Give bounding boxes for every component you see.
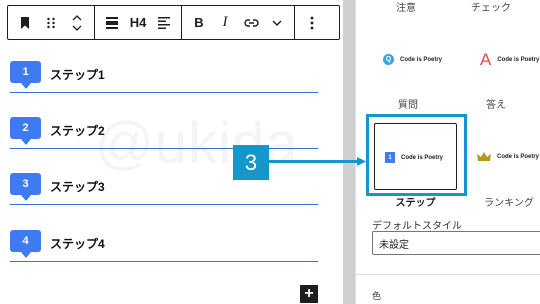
add-block-button[interactable]: +: [300, 285, 318, 303]
style-label-question: 質問: [398, 100, 418, 111]
move-up-down-icon[interactable]: [64, 6, 90, 39]
panel-divider: [343, 0, 355, 304]
step-heading[interactable]: 1 ステップ1: [10, 61, 318, 93]
bold-label: B: [194, 15, 204, 30]
toolbar-group-block: [8, 6, 95, 39]
step-heading[interactable]: 2 ステップ2: [10, 117, 318, 149]
step-label: ステップ1: [50, 68, 105, 82]
more-options-icon[interactable]: [299, 6, 325, 39]
preview-text: Code is Poetry: [497, 57, 540, 63]
chevron-down-icon[interactable]: [264, 6, 290, 39]
step-number-badge: 4: [10, 230, 41, 258]
style-preview-ranking[interactable]: Code is Poetry: [477, 152, 539, 162]
step-heading[interactable]: 4 ステップ4: [10, 230, 318, 262]
answer-icon: A: [480, 50, 492, 69]
toolbar-group-format: B I: [182, 6, 295, 39]
heading-level-label: H4: [129, 15, 147, 30]
callout-arrow-icon: [269, 157, 366, 166]
step-icon: 1: [385, 152, 395, 163]
toolbar-group-more: [295, 6, 329, 39]
settings-sidebar: 注意 チェック Q Code is Poetry A Code is Poetr…: [355, 0, 540, 304]
style-label-check[interactable]: チェック: [451, 0, 531, 14]
bookmark-icon[interactable]: [12, 6, 38, 39]
toolbar-group-heading: H4: [95, 6, 182, 39]
callout-number-badge: 3: [233, 145, 269, 180]
color-section-label[interactable]: 色: [372, 289, 381, 302]
step-heading[interactable]: 3 ステップ3: [10, 173, 318, 205]
italic-button[interactable]: I: [212, 6, 238, 39]
style-label-caution[interactable]: 注意: [366, 0, 446, 14]
step-number-badge: 2: [10, 117, 41, 145]
default-style-value: 未設定: [379, 239, 409, 251]
style-option-step[interactable]: 1 Code is Poetry: [374, 123, 457, 190]
preview-text: Code is Poetry: [497, 154, 540, 160]
default-style-select[interactable]: 未設定: [372, 231, 540, 255]
question-icon: Q: [383, 54, 394, 65]
heading-level-button[interactable]: H4: [125, 6, 151, 39]
crown-icon: [477, 152, 491, 161]
style-preview-question[interactable]: Q Code is Poetry: [383, 54, 442, 65]
block-type-icon[interactable]: [99, 6, 125, 39]
preview-text: Code is Poetry: [400, 56, 443, 63]
default-style-label: デフォルトスタイル: [372, 221, 462, 232]
style-preview-answer[interactable]: A Code is Poetry: [480, 50, 539, 70]
step-label: ステップ4: [50, 237, 105, 251]
style-preview-step: 1 Code is Poetry: [385, 152, 443, 163]
step-number-badge: 3: [10, 173, 41, 201]
step-label: ステップ3: [50, 180, 105, 194]
preview-text: Code is Poetry: [401, 154, 444, 161]
align-icon[interactable]: [151, 6, 177, 39]
style-label-answer: 答え: [486, 100, 506, 111]
step-label: ステップ2: [50, 124, 105, 138]
section-divider: [356, 274, 540, 275]
bold-button[interactable]: B: [186, 6, 212, 39]
editor-canvas: @ukida H4 B: [0, 0, 343, 304]
link-icon[interactable]: [238, 6, 264, 39]
step-number-badge: 1: [10, 61, 41, 89]
style-label-ranking: ランキング: [484, 198, 534, 209]
drag-handle-icon[interactable]: [38, 6, 64, 39]
style-label-step: ステップ: [395, 198, 436, 209]
block-toolbar: H4 B I: [7, 5, 340, 40]
italic-label: I: [222, 14, 228, 30]
